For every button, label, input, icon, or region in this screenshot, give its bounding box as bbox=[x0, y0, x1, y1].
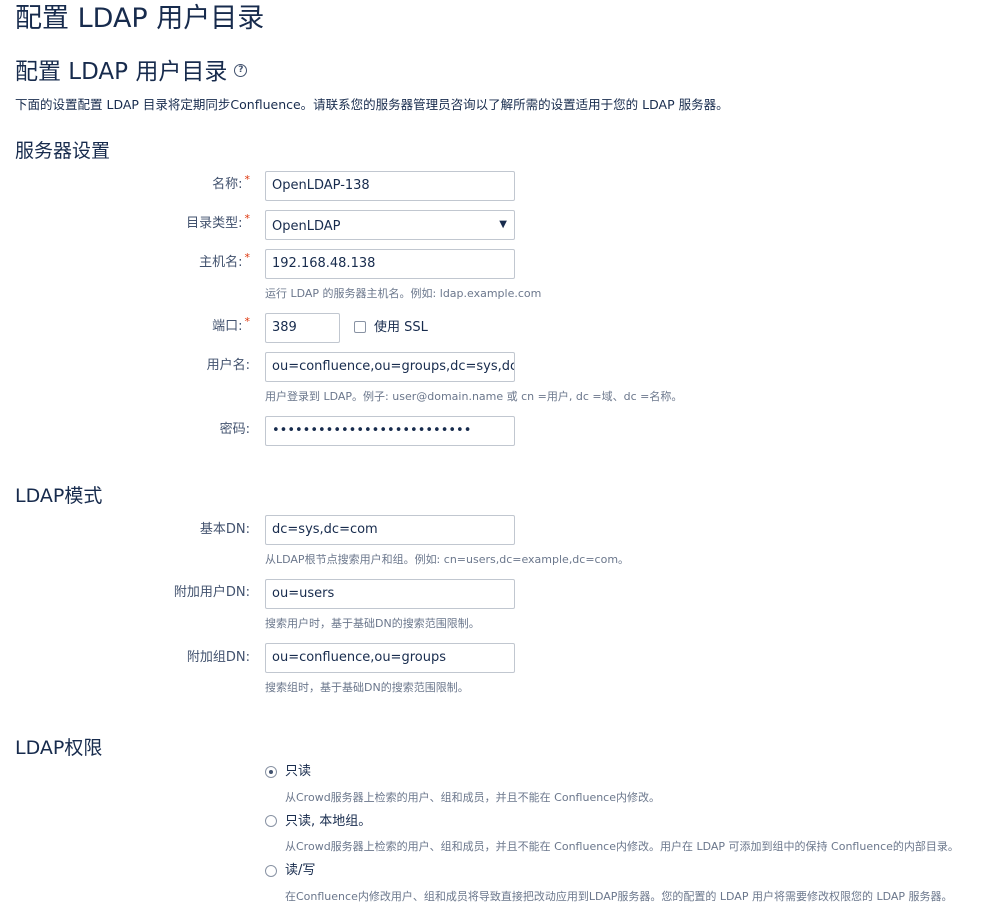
directory-type-select[interactable]: OpenLDAP ▼ bbox=[265, 210, 515, 240]
required-marker: * bbox=[244, 173, 251, 186]
name-label-text: 名称: bbox=[212, 177, 243, 192]
permission-label-read-write[interactable]: 读/写 bbox=[285, 861, 315, 881]
port-label-text: 端口: bbox=[212, 319, 243, 334]
required-marker: * bbox=[244, 315, 251, 328]
additional-user-dn-hint: 搜索用户时，基于基础DN的搜索范围限制。 bbox=[265, 617, 480, 630]
permission-desc-read-only-local-groups: 从Crowd服务器上检索的用户、组和成员，并且不能在 Confluence内修改… bbox=[285, 840, 959, 853]
hostname-input[interactable]: 192.168.48.138 bbox=[265, 249, 515, 279]
permission-desc-read-write: 在Confluence内修改用户、组和成员将导致直接把改动应用到LDAP服务器。… bbox=[285, 890, 953, 903]
required-marker: * bbox=[244, 212, 251, 225]
page-title: 配置 LDAP 用户目录 bbox=[15, 3, 265, 34]
username-input[interactable]: ou=confluence,ou=groups,dc=sys,dc= bbox=[265, 352, 515, 382]
section-title-ldap-schema: LDAP模式 bbox=[15, 485, 103, 507]
required-marker: * bbox=[244, 251, 251, 264]
password-input[interactable]: •••••••••••••••••••••••••• bbox=[265, 416, 515, 446]
permission-radio-read-only-local-groups[interactable] bbox=[265, 815, 277, 827]
name-label: 名称: * bbox=[50, 173, 251, 195]
form-heading-text: 配置 LDAP 用户目录 bbox=[15, 59, 228, 85]
password-label: 密码: bbox=[219, 422, 250, 437]
hostname-hint: 运行 LDAP 的服务器主机名。例如: ldap.example.com bbox=[265, 287, 542, 300]
permission-label-read-only[interactable]: 只读 bbox=[285, 762, 311, 782]
chevron-down-icon: ▼ bbox=[499, 219, 507, 230]
additional-group-dn-input[interactable]: ou=confluence,ou=groups bbox=[265, 643, 515, 673]
port-label: 端口: * bbox=[50, 315, 251, 337]
hostname-label: 主机名: * bbox=[50, 251, 251, 273]
directory-type-label-text: 目录类型: bbox=[186, 216, 243, 231]
directory-type-label: 目录类型: * bbox=[50, 212, 251, 234]
additional-group-dn-label: 附加组DN: bbox=[186, 650, 250, 665]
hostname-label-text: 主机名: bbox=[199, 255, 243, 270]
use-ssl-label[interactable]: 使用 SSL bbox=[374, 318, 428, 338]
additional-group-dn-hint: 搜索组时，基于基础DN的搜索范围限制。 bbox=[265, 681, 469, 694]
permission-radio-read-write[interactable] bbox=[265, 865, 277, 877]
name-input[interactable]: OpenLDAP-138 bbox=[265, 171, 515, 201]
section-title-server-settings: 服务器设置 bbox=[15, 140, 111, 162]
port-input[interactable]: 389 bbox=[265, 313, 340, 343]
username-label: 用户名: bbox=[206, 358, 250, 373]
permission-radio-read-only[interactable] bbox=[265, 766, 277, 778]
base-dn-input[interactable]: dc=sys,dc=com bbox=[265, 515, 515, 545]
form-heading: 配置 LDAP 用户目录? bbox=[15, 57, 248, 87]
section-title-ldap-permissions: LDAP权限 bbox=[15, 737, 103, 759]
additional-user-dn-label: 附加用户DN: bbox=[173, 585, 250, 600]
permission-desc-read-only: 从Crowd服务器上检索的用户、组和成员，并且不能在 Confluence内修改… bbox=[285, 791, 661, 804]
use-ssl-checkbox[interactable] bbox=[354, 321, 366, 333]
intro-text: 下面的设置配置 LDAP 目录将定期同步Confluence。请联系您的服务器管… bbox=[15, 97, 729, 112]
question-circle-icon[interactable]: ? bbox=[234, 64, 248, 77]
additional-user-dn-input[interactable]: ou=users bbox=[265, 579, 515, 609]
base-dn-hint: 从LDAP根节点搜索用户和组。例如: cn=users,dc=example,d… bbox=[265, 553, 630, 566]
base-dn-label: 基本DN: bbox=[199, 522, 250, 537]
permission-label-read-only-local-groups[interactable]: 只读, 本地组。 bbox=[285, 812, 371, 832]
directory-type-value: OpenLDAP bbox=[272, 219, 341, 234]
username-hint: 用户登录到 LDAP。例子: user@domain.name 或 cn =用户… bbox=[265, 390, 683, 403]
